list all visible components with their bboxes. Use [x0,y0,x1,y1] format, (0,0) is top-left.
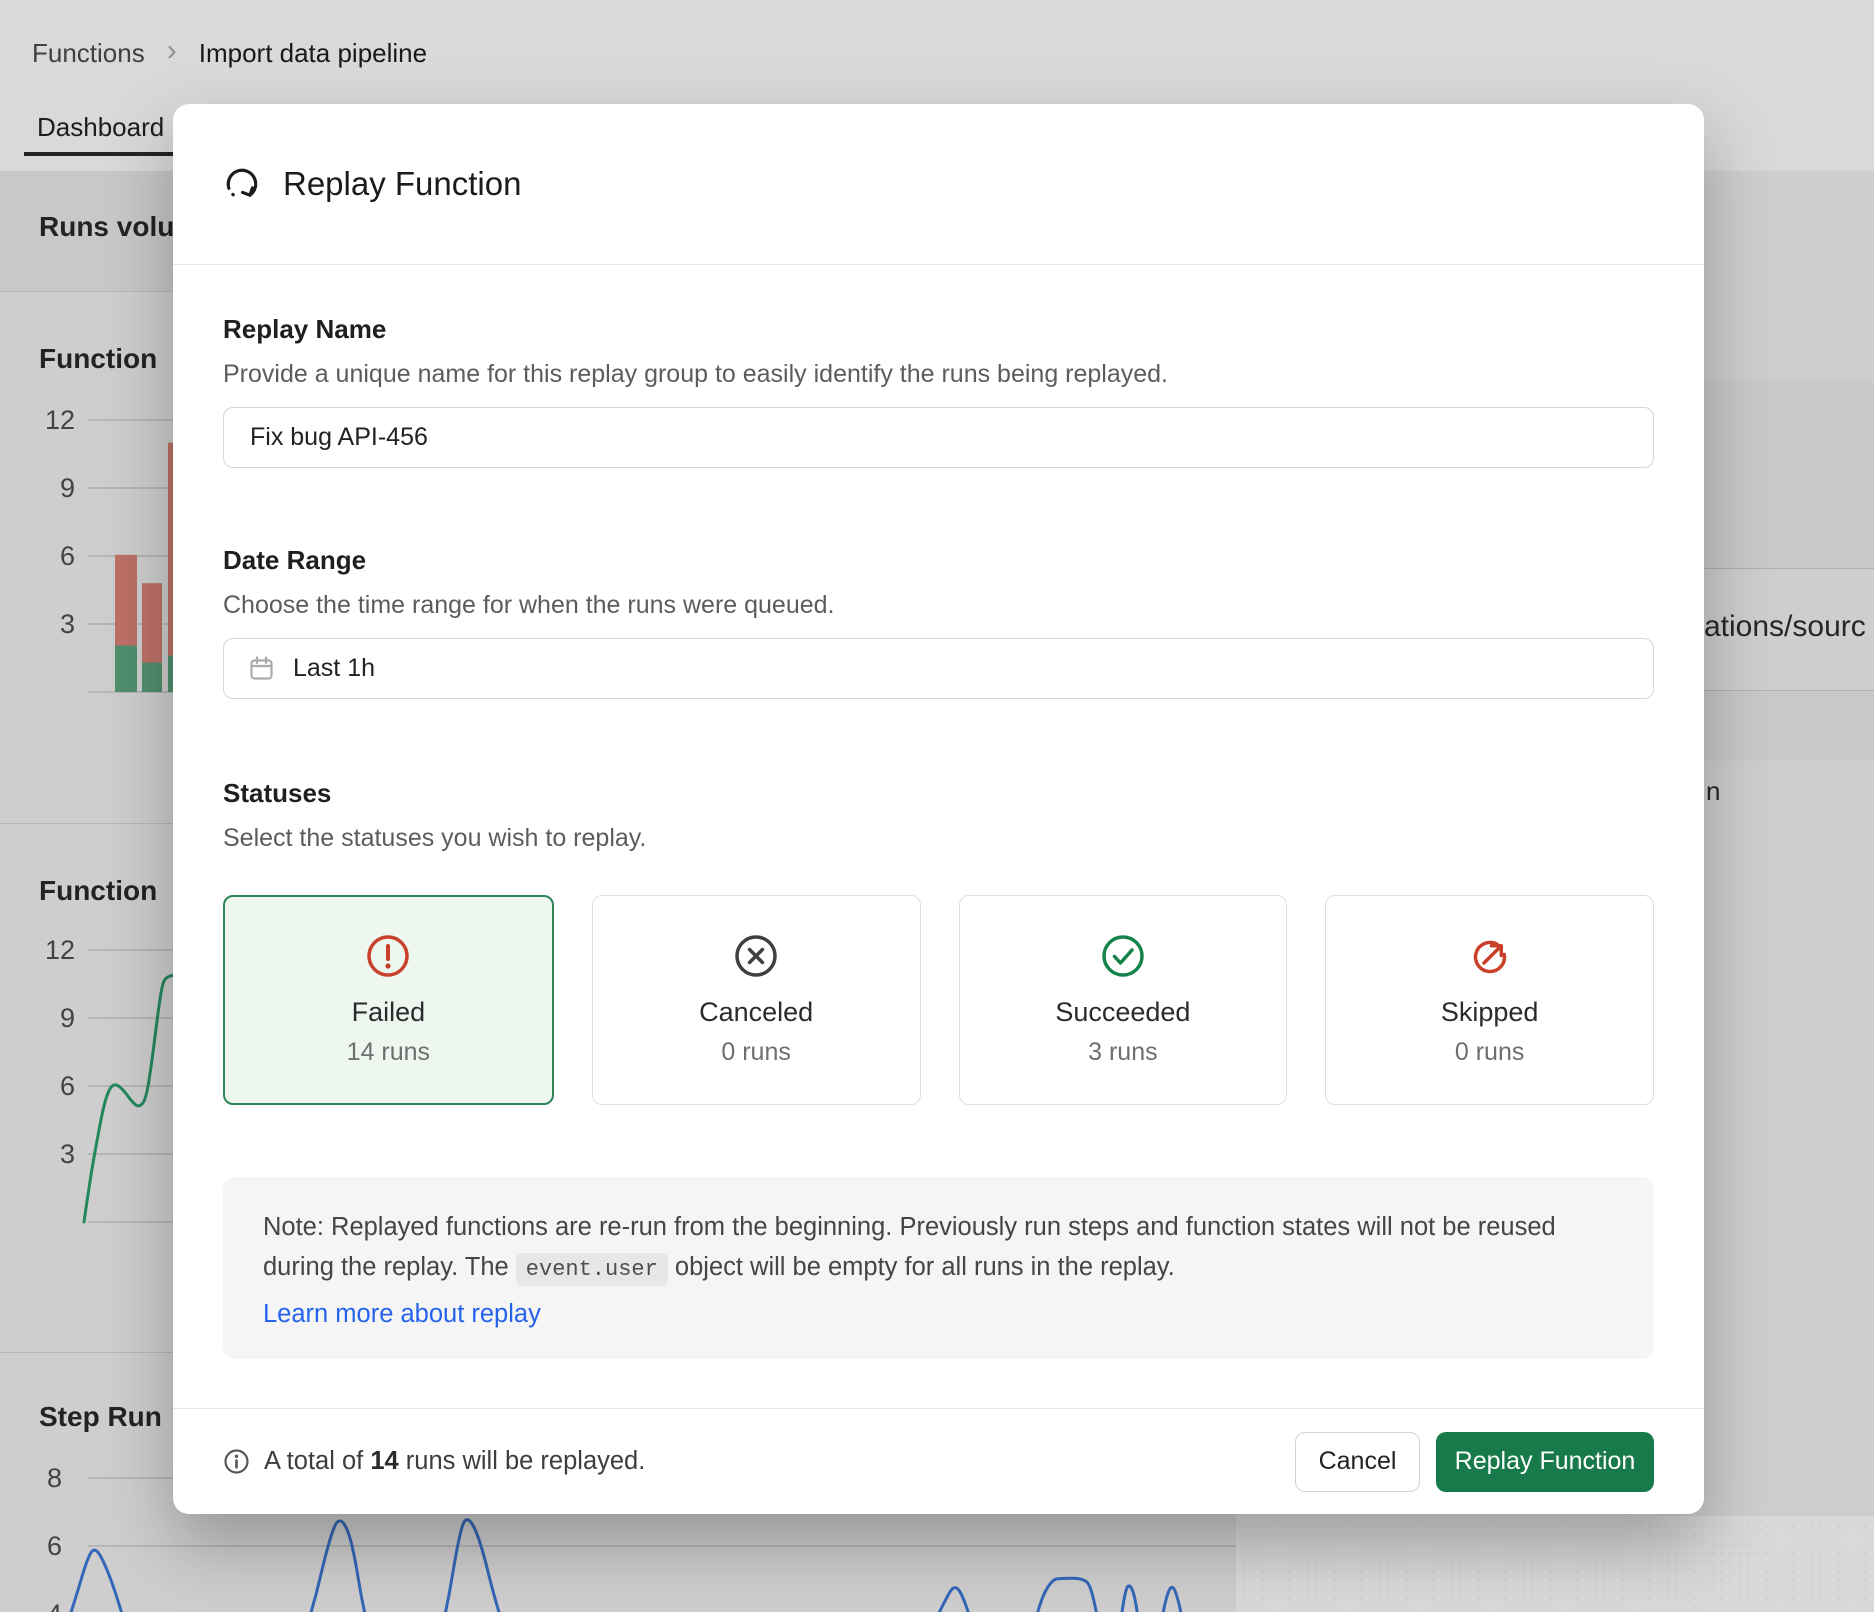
status-cards: Failed 14 runs Canceled 0 runs [223,895,1654,1105]
summary-suffix: runs will be replayed. [399,1447,646,1475]
cancel-button[interactable]: Cancel [1295,1432,1420,1492]
modal-header: Replay Function [173,104,1704,265]
status-card-failed[interactable]: Failed 14 runs [223,895,554,1105]
date-range-picker[interactable]: Last 1h [223,638,1654,699]
replay-function-button[interactable]: Replay Function [1436,1432,1654,1492]
status-card-name: Succeeded [1055,997,1190,1028]
statuses-description: Select the statuses you wish to replay. [223,823,1654,853]
modal-body: Replay Name Provide a unique name for th… [173,265,1704,1359]
alert-circle-icon [365,933,411,979]
status-card-name: Skipped [1441,997,1539,1028]
status-card-skipped[interactable]: Skipped 0 runs [1325,895,1654,1105]
learn-more-link[interactable]: Learn more about replay [263,1300,541,1329]
footer-actions: Cancel Replay Function [1295,1432,1654,1492]
replay-summary-text: A total of 14 runs will be replayed. [264,1447,645,1476]
status-card-runs: 3 runs [1088,1038,1157,1067]
skip-arrow-icon [1467,933,1513,979]
code-event-user: event.user [516,1253,668,1286]
calendar-icon [248,655,275,682]
check-circle-icon [1100,933,1146,979]
summary-prefix: A total of [264,1447,370,1475]
info-icon [223,1448,250,1475]
cancel-circle-icon [733,933,779,979]
note-text: Note: Replayed functions are re-run from… [263,1207,1614,1290]
statuses-label: Statuses [223,777,1654,809]
modal-title: Replay Function [283,165,521,203]
replay-function-modal: Replay Function Replay Name Provide a un… [173,104,1704,1514]
modal-footer: A total of 14 runs will be replayed. Can… [173,1408,1704,1514]
status-card-name: Canceled [699,997,813,1028]
replay-icon [223,165,261,203]
status-card-succeeded[interactable]: Succeeded 3 runs [959,895,1288,1105]
date-range-label: Date Range [223,544,1654,576]
replay-note: Note: Replayed functions are re-run from… [223,1177,1654,1359]
status-card-runs: 14 runs [347,1038,430,1067]
replay-summary: A total of 14 runs will be replayed. [223,1447,645,1476]
summary-count: 14 [370,1447,398,1475]
date-range-description: Choose the time range for when the runs … [223,590,1654,620]
date-range-value: Last 1h [293,654,375,683]
app-root: 1296312963864 Functions › Import data pi… [0,0,1874,1612]
replay-name-label: Replay Name [223,313,1654,345]
replay-name-input[interactable] [223,407,1654,468]
status-card-name: Failed [352,997,426,1028]
replay-name-description: Provide a unique name for this replay gr… [223,359,1654,389]
note-suffix: object will be empty for all runs in the… [668,1253,1175,1281]
status-card-runs: 0 runs [1455,1038,1524,1067]
status-card-runs: 0 runs [721,1038,790,1067]
status-card-canceled[interactable]: Canceled 0 runs [592,895,921,1105]
